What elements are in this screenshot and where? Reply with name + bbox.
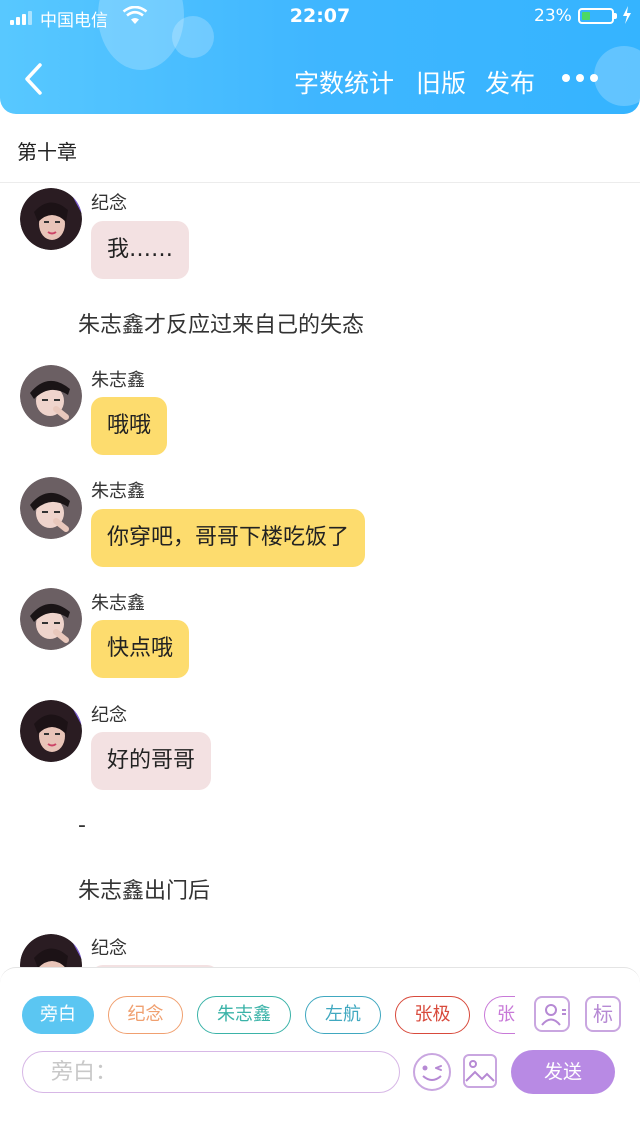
message-input[interactable] — [49, 1052, 373, 1092]
narration-text[interactable]: - — [78, 813, 86, 838]
top-header: 中国电信 22:07 23% 字数统计 旧版 发布 — [0, 0, 640, 114]
publish-button[interactable]: 发布 — [485, 64, 535, 100]
status-bar: 中国电信 22:07 23% — [0, 0, 640, 34]
narration-text[interactable]: 朱志鑫出门后 — [78, 873, 210, 905]
chapter-title[interactable]: 第十章 — [17, 136, 77, 165]
avatar-jinian[interactable] — [20, 934, 82, 968]
more-dots-icon[interactable] — [562, 74, 600, 84]
role-chip-zhangji[interactable]: 张极 — [395, 996, 470, 1034]
message-bubble[interactable]: 你穿吧，哥哥下楼吃饭了 — [91, 509, 366, 567]
message-bubble[interactable]: 好的哥哥 — [91, 732, 212, 790]
old-version-button[interactable]: 旧版 — [416, 64, 466, 100]
nav-bar: 字数统计 旧版 发布 — [0, 52, 640, 108]
message-feed[interactable]: 纪念 我…… 朱志鑫才反应过来自己的失态 朱志鑫 哦哦 朱志鑫 你穿吧，哥哥下楼… — [0, 183, 640, 968]
charging-icon — [623, 6, 631, 24]
message-bubble[interactable]: 我…… — [91, 221, 190, 279]
role-chip-zuohang[interactable]: 左航 — [305, 996, 381, 1034]
role-chip-jinian[interactable]: 纪念 — [108, 996, 183, 1034]
battery-percent: 23% — [534, 6, 572, 26]
avatar-zhuzhixin[interactable] — [20, 477, 82, 539]
sender-name: 纪念 — [91, 705, 127, 726]
sender-name: 朱志鑫 — [91, 481, 145, 502]
message-bubble[interactable]: 快点哦 — [91, 620, 190, 678]
message-input-box[interactable] — [22, 1051, 400, 1093]
avatar-jinian[interactable] — [20, 188, 82, 250]
avatar-zhuzhixin[interactable] — [20, 365, 82, 427]
message-bubble[interactable]: 哦哦 — [91, 397, 168, 455]
battery-icon — [578, 8, 614, 24]
mark-button[interactable]: 标 — [585, 996, 621, 1032]
battery-tip — [614, 13, 617, 19]
sender-name: 纪念 — [91, 938, 127, 959]
sender-name: 纪念 — [91, 193, 127, 214]
emoji-icon[interactable] — [412, 1052, 452, 1092]
send-button[interactable]: 发送 — [511, 1050, 615, 1094]
image-icon[interactable] — [462, 1053, 498, 1089]
role-card-icon[interactable] — [534, 996, 570, 1032]
avatar-zhuzhixin[interactable] — [20, 588, 82, 650]
role-chip-partial[interactable]: 张 — [484, 996, 515, 1034]
compose-panel: 旁白 纪念 朱志鑫 左航 张极 张 标 发送 — [0, 967, 640, 1094]
sender-name: 朱志鑫 — [91, 370, 145, 391]
role-chip-zhuzhixin[interactable]: 朱志鑫 — [197, 996, 291, 1034]
back-arrow-icon[interactable] — [22, 62, 46, 96]
sender-name: 朱志鑫 — [91, 593, 145, 614]
word-count-button[interactable]: 字数统计 — [294, 64, 394, 100]
avatar-jinian[interactable] — [20, 700, 82, 762]
role-chip-narrator[interactable]: 旁白 — [22, 996, 94, 1034]
narration-text[interactable]: 朱志鑫才反应过来自己的失态 — [78, 307, 364, 339]
